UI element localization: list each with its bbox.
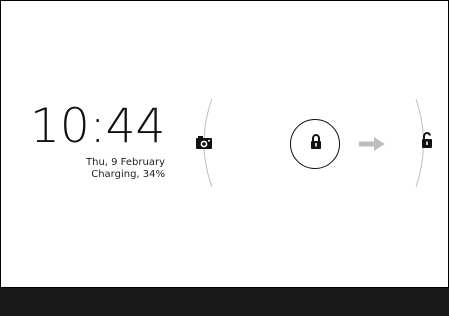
lock-handle[interactable] <box>290 119 340 169</box>
tablet-screen: 10:44 Thu, 9 February Charging, 34% <box>0 0 449 316</box>
charging-status: Charging, 34% <box>91 169 165 180</box>
lock-screen: 10:44 Thu, 9 February Charging, 34% <box>1 1 448 287</box>
unlock-icon[interactable] <box>421 132 435 150</box>
clock-time: 10:44 <box>30 99 166 154</box>
date-text: Thu, 9 February <box>86 157 165 168</box>
lock-icon <box>311 134 321 149</box>
navigation-bar <box>0 288 449 316</box>
arrow-right-icon <box>359 137 385 151</box>
camera-icon[interactable] <box>195 134 213 150</box>
